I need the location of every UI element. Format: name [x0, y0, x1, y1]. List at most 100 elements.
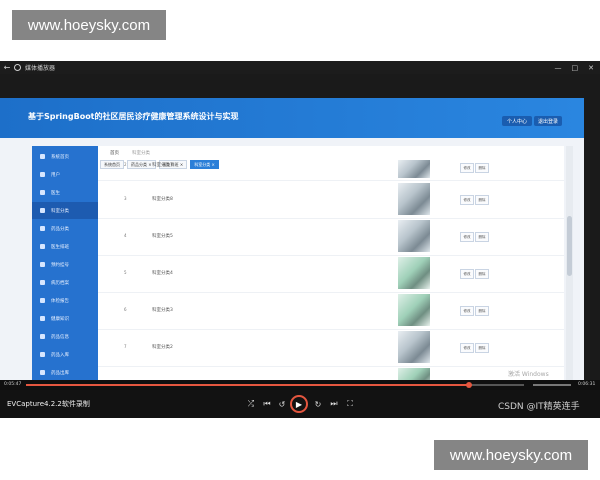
row-number: 2	[124, 162, 127, 167]
row-image	[398, 220, 430, 252]
scrollbar[interactable]	[566, 146, 573, 390]
row-image	[398, 160, 430, 178]
row-number: 5	[124, 270, 127, 275]
player-controls: EVCapture4.2.2软件录制 ⤮ ⏮ ↺ ▶ ↻ ⏭ ⛶ CSDN @I…	[0, 390, 600, 418]
window-title: 媒体播放器	[25, 65, 56, 72]
sidebar-item-schedule[interactable]: 医生排班	[32, 238, 98, 255]
sidebar-item-drug-category[interactable]: 药品分类	[32, 220, 98, 237]
rewind-icon[interactable]: ↺	[276, 398, 288, 410]
grid-icon	[40, 226, 45, 231]
delete-button[interactable]: 删除	[475, 163, 489, 173]
row-name: 科室分类4	[152, 271, 173, 276]
sidebar-item-checkup[interactable]: 体检报告	[32, 292, 98, 309]
row-image	[398, 331, 430, 363]
sidebar-item-appointment[interactable]: 预约挂号	[32, 256, 98, 273]
row-image	[398, 183, 430, 215]
profile-button[interactable]: 个人中心	[502, 116, 532, 126]
csdn-watermark: CSDN @IT精英连手	[498, 402, 580, 412]
table-row: 3 科室分类8 修改 删除	[98, 182, 564, 219]
arrow-left-icon[interactable]: ←	[0, 63, 14, 72]
edit-button[interactable]: 修改	[460, 269, 474, 279]
media-player-window: ← 媒体播放器 — □ ✕ 基于SpringBoot的社区居民诊疗健康管理系统设…	[0, 61, 600, 418]
grid-icon	[40, 208, 45, 213]
grid-icon	[40, 352, 45, 357]
breadcrumb-current: 科室分类	[132, 151, 150, 156]
edit-button[interactable]: 修改	[460, 343, 474, 353]
main-content: 首页 科室分类 系统首页 药品分类 × 医生排班 × 科室分类 × 2 科室分类…	[98, 146, 564, 390]
sidebar-item-records[interactable]: 病历档案	[32, 274, 98, 291]
elapsed-time: 0:05:47	[4, 382, 22, 387]
sidebar-item-drug-info[interactable]: 药品信息	[32, 328, 98, 345]
sidebar-item-knowledge[interactable]: 健康知识	[32, 310, 98, 327]
table-row: 4 科室分类5 修改 删除	[98, 219, 564, 256]
delete-button[interactable]: 删除	[475, 269, 489, 279]
grid-icon	[40, 262, 45, 267]
grid-icon	[40, 280, 45, 285]
edit-button[interactable]: 修改	[460, 195, 474, 205]
edit-button[interactable]: 修改	[460, 306, 474, 316]
app-header: 基于SpringBoot的社区居民诊疗健康管理系统设计与实现 个人中心 退出登录	[0, 98, 584, 138]
edit-button[interactable]: 修改	[460, 232, 474, 242]
delete-button[interactable]: 删除	[475, 306, 489, 316]
delete-button[interactable]: 删除	[475, 232, 489, 242]
table-row: 5 科室分类4 修改 删除	[98, 256, 564, 293]
row-name: 科室分类3	[152, 308, 173, 313]
maximize-button[interactable]: □	[572, 64, 579, 72]
row-name: 科室分类5	[152, 234, 173, 239]
row-name: 科室分类7	[152, 163, 173, 168]
sidebar-item-doctors[interactable]: 医生	[32, 184, 98, 201]
grid-icon	[40, 334, 45, 339]
progress-bar-area: 0:05:47 0:06:31	[0, 380, 600, 390]
next-icon[interactable]: ⏭	[328, 398, 340, 410]
doctor-icon	[40, 190, 45, 195]
watermark-bottom: www.hoeysky.com	[434, 440, 588, 470]
sidebar-item-drug-out[interactable]: 药品出库	[32, 364, 98, 381]
row-number: 7	[124, 344, 127, 349]
row-name: 科室分类2	[152, 345, 173, 350]
capture-label: EVCapture4.2.2软件录制	[7, 400, 90, 408]
table-row: 7 科室分类2 修改 删除	[98, 330, 564, 367]
web-app: 基于SpringBoot的社区居民诊疗健康管理系统设计与实现 个人中心 退出登录…	[0, 98, 584, 390]
grid-icon	[40, 298, 45, 303]
user-icon	[40, 172, 45, 177]
sidebar-item-users[interactable]: 用户	[32, 166, 98, 183]
total-time: 0:06:31	[578, 382, 596, 387]
sidebar-item-home[interactable]: 系统首页	[32, 148, 98, 165]
row-number: 4	[124, 233, 127, 238]
sidebar-item-department[interactable]: 科室分类	[32, 202, 98, 219]
table-row: 6 科室分类3 修改 删除	[98, 293, 564, 330]
app-title: 基于SpringBoot的社区居民诊疗健康管理系统设计与实现	[28, 112, 239, 121]
row-name: 科室分类8	[152, 197, 173, 202]
edit-button[interactable]: 修改	[460, 163, 474, 173]
minimize-button[interactable]: —	[555, 64, 562, 72]
delete-button[interactable]: 删除	[475, 343, 489, 353]
player-logo-icon	[14, 64, 21, 71]
play-button[interactable]: ▶	[290, 395, 308, 413]
sidebar: 系统首页 用户 医生 科室分类 药品分类 医生排班 预约挂号 病历档案 体检报告…	[32, 146, 98, 390]
seek-bar[interactable]	[26, 382, 524, 388]
video-frame[interactable]: 基于SpringBoot的社区居民诊疗健康管理系统设计与实现 个人中心 退出登录…	[0, 74, 600, 390]
seek-bar-fill	[26, 384, 470, 386]
scrollbar-thumb[interactable]	[567, 216, 572, 276]
grid-icon	[40, 244, 45, 249]
breadcrumb[interactable]: 首页	[110, 150, 119, 156]
fullscreen-icon[interactable]: ⛶	[344, 398, 356, 410]
logout-button[interactable]: 退出登录	[534, 116, 562, 126]
player-titlebar: ← 媒体播放器 — □ ✕	[0, 61, 600, 74]
grid-icon	[40, 316, 45, 321]
close-button[interactable]: ✕	[588, 64, 594, 72]
row-image	[398, 257, 430, 289]
row-number: 6	[124, 307, 127, 312]
grid-icon	[40, 370, 45, 375]
watermark-top: www.hoeysky.com	[12, 10, 166, 40]
seek-knob[interactable]	[466, 382, 473, 388]
volume-slider[interactable]	[533, 384, 571, 386]
sidebar-item-drug-in[interactable]: 药品入库	[32, 346, 98, 363]
delete-button[interactable]: 删除	[475, 195, 489, 205]
row-number: 3	[124, 196, 127, 201]
table-row: 2 科室分类7 修改 删除	[98, 160, 564, 181]
previous-icon[interactable]: ⏮	[261, 398, 273, 410]
forward-icon[interactable]: ↻	[312, 398, 324, 410]
home-icon	[40, 154, 45, 159]
shuffle-icon[interactable]: ⤮	[245, 398, 257, 410]
